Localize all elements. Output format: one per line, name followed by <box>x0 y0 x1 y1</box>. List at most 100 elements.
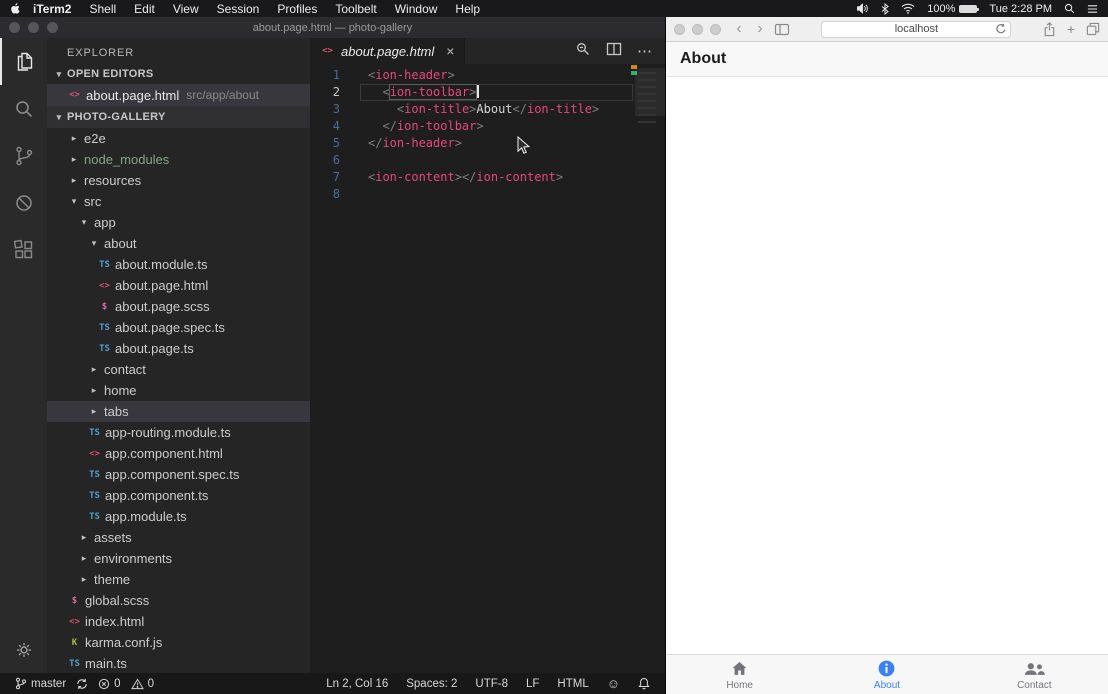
wifi-icon[interactable] <box>901 3 915 14</box>
tree-item-about.page.spec.ts[interactable]: TSabout.page.spec.ts <box>47 317 310 338</box>
vscode-title-bar[interactable]: about.page.html — photo-gallery <box>0 17 665 38</box>
back-button[interactable]: ‹ <box>732 21 746 37</box>
menu-iterm2[interactable]: iTerm2 <box>24 2 80 16</box>
open-editors-section[interactable]: ▾ OPEN EDITORS <box>47 64 310 84</box>
close-tab-icon[interactable]: × <box>446 43 454 59</box>
errors-indicator[interactable]: 0 <box>93 678 125 690</box>
tree-item-about.module.ts[interactable]: TSabout.module.ts <box>47 254 310 275</box>
explorer-icon[interactable] <box>0 38 47 85</box>
volume-icon[interactable] <box>856 3 869 14</box>
zoom-window-button[interactable] <box>47 22 58 33</box>
sidebar-toggle-icon[interactable] <box>774 23 790 36</box>
feedback-smiley-icon[interactable]: ☺ <box>602 676 625 691</box>
tree-item-karma.conf.js[interactable]: Kkarma.conf.js <box>47 632 310 653</box>
open-editor-filename: about.page.html <box>86 88 179 103</box>
code-line-7[interactable]: 7<ion-content></ion-content> <box>310 169 665 186</box>
menu-shell[interactable]: Shell <box>80 2 125 16</box>
tree-item-home[interactable]: ▸home <box>47 380 310 401</box>
minimize-window-button[interactable] <box>692 24 703 35</box>
bluetooth-icon[interactable] <box>881 3 889 15</box>
tab-overview-icon[interactable] <box>1086 22 1100 36</box>
apple-menu-icon[interactable] <box>10 2 22 15</box>
code-editor[interactable]: 1<ion-header>2 <ion-toolbar>3 <ion-title… <box>310 64 665 673</box>
menu-window[interactable]: Window <box>386 2 447 16</box>
spotlight-icon[interactable] <box>1064 3 1075 14</box>
tree-item-app.component.ts[interactable]: TSapp.component.ts <box>47 485 310 506</box>
menu-view[interactable]: View <box>164 2 208 16</box>
find-in-file-icon[interactable] <box>575 41 591 62</box>
source-control-icon[interactable] <box>0 132 47 179</box>
menu-bar-clock[interactable]: Tue 2:28 PM <box>989 3 1052 15</box>
tree-item-app[interactable]: ▾app <box>47 212 310 233</box>
tree-item-src[interactable]: ▾src <box>47 191 310 212</box>
code-line-8[interactable]: 8 <box>310 186 665 203</box>
tree-item-contact[interactable]: ▸contact <box>47 359 310 380</box>
code-line-2[interactable]: 2 <ion-toolbar> <box>310 84 665 101</box>
code-line-6[interactable]: 6 <box>310 152 665 169</box>
search-icon[interactable] <box>0 85 47 132</box>
git-branch-indicator[interactable]: master <box>10 677 71 690</box>
tree-item-app.module.ts[interactable]: TSapp.module.ts <box>47 506 310 527</box>
reload-icon[interactable] <box>995 23 1007 35</box>
tree-item-index.html[interactable]: <>index.html <box>47 611 310 632</box>
code-line-1[interactable]: 1<ion-header> <box>310 67 665 84</box>
minimap[interactable] <box>635 64 665 673</box>
tree-item-resources[interactable]: ▸resources <box>47 170 310 191</box>
indentation[interactable]: Spaces: 2 <box>401 678 462 690</box>
notifications-bell-icon[interactable] <box>633 677 655 690</box>
tree-item-label: src <box>84 194 101 209</box>
tree-item-about.page.html[interactable]: <>about.page.html <box>47 275 310 296</box>
tree-item-e2e[interactable]: ▸e2e <box>47 128 310 149</box>
menu-profiles[interactable]: Profiles <box>268 2 326 16</box>
zoom-window-button[interactable] <box>710 24 721 35</box>
battery-indicator[interactable]: 100% <box>927 3 977 15</box>
split-editor-icon[interactable] <box>606 42 622 61</box>
tree-item-assets[interactable]: ▸assets <box>47 527 310 548</box>
menu-edit[interactable]: Edit <box>125 2 164 16</box>
menu-toolbelt[interactable]: Toolbelt <box>326 2 385 16</box>
language-mode[interactable]: HTML <box>552 678 593 690</box>
tree-item-about.page.ts[interactable]: TSabout.page.ts <box>47 338 310 359</box>
open-editor-item[interactable]: <> about.page.html src/app/about <box>47 84 310 106</box>
tree-item-about[interactable]: ▾about <box>47 233 310 254</box>
app-tab-about[interactable]: About <box>813 655 960 694</box>
address-bar[interactable]: localhost <box>821 21 1011 38</box>
code-line-3[interactable]: 3 <ion-title>About</ion-title> <box>310 101 665 118</box>
minimize-window-button[interactable] <box>28 22 39 33</box>
tree-item-app.component.spec.ts[interactable]: TSapp.component.spec.ts <box>47 464 310 485</box>
debug-icon[interactable] <box>0 179 47 226</box>
toolbar-actions: + <box>1043 22 1100 37</box>
tab-about-page-html[interactable]: <> about.page.html × <box>310 38 465 64</box>
notification-center-icon[interactable] <box>1087 4 1098 14</box>
eol-sequence[interactable]: LF <box>521 678 544 690</box>
sync-indicator[interactable] <box>71 678 93 690</box>
tree-item-tabs[interactable]: ▸tabs <box>47 401 310 422</box>
code-line-5[interactable]: 5</ion-header> <box>310 135 665 152</box>
app-tab-contact[interactable]: Contact <box>961 655 1108 694</box>
new-tab-icon[interactable]: + <box>1067 22 1075 36</box>
tree-item-theme[interactable]: ▸theme <box>47 569 310 590</box>
share-icon[interactable] <box>1043 22 1056 37</box>
tree-item-about.page.scss[interactable]: $about.page.scss <box>47 296 310 317</box>
more-actions-icon[interactable]: ⋯ <box>637 42 653 60</box>
settings-gear-icon[interactable] <box>0 626 47 673</box>
tree-item-label: global.scss <box>85 593 149 608</box>
close-window-button[interactable] <box>674 24 685 35</box>
close-window-button[interactable] <box>9 22 20 33</box>
tree-item-main.ts[interactable]: TSmain.ts <box>47 653 310 673</box>
cursor-position[interactable]: Ln 2, Col 16 <box>321 678 393 690</box>
forward-button[interactable]: › <box>753 21 767 37</box>
tree-item-app-routing.module.ts[interactable]: TSapp-routing.module.ts <box>47 422 310 443</box>
extensions-icon[interactable] <box>0 226 47 273</box>
tree-item-node_modules[interactable]: ▸node_modules <box>47 149 310 170</box>
tree-item-app.component.html[interactable]: <>app.component.html <box>47 443 310 464</box>
code-line-4[interactable]: 4 </ion-toolbar> <box>310 118 665 135</box>
menu-session[interactable]: Session <box>208 2 269 16</box>
menu-help[interactable]: Help <box>446 2 489 16</box>
encoding[interactable]: UTF-8 <box>470 678 513 690</box>
project-section-header[interactable]: ▾ PHOTO-GALLERY <box>47 106 310 128</box>
warnings-indicator[interactable]: 0 <box>126 678 159 690</box>
tree-item-global.scss[interactable]: $global.scss <box>47 590 310 611</box>
tree-item-environments[interactable]: ▸environments <box>47 548 310 569</box>
app-tab-home[interactable]: Home <box>666 655 813 694</box>
